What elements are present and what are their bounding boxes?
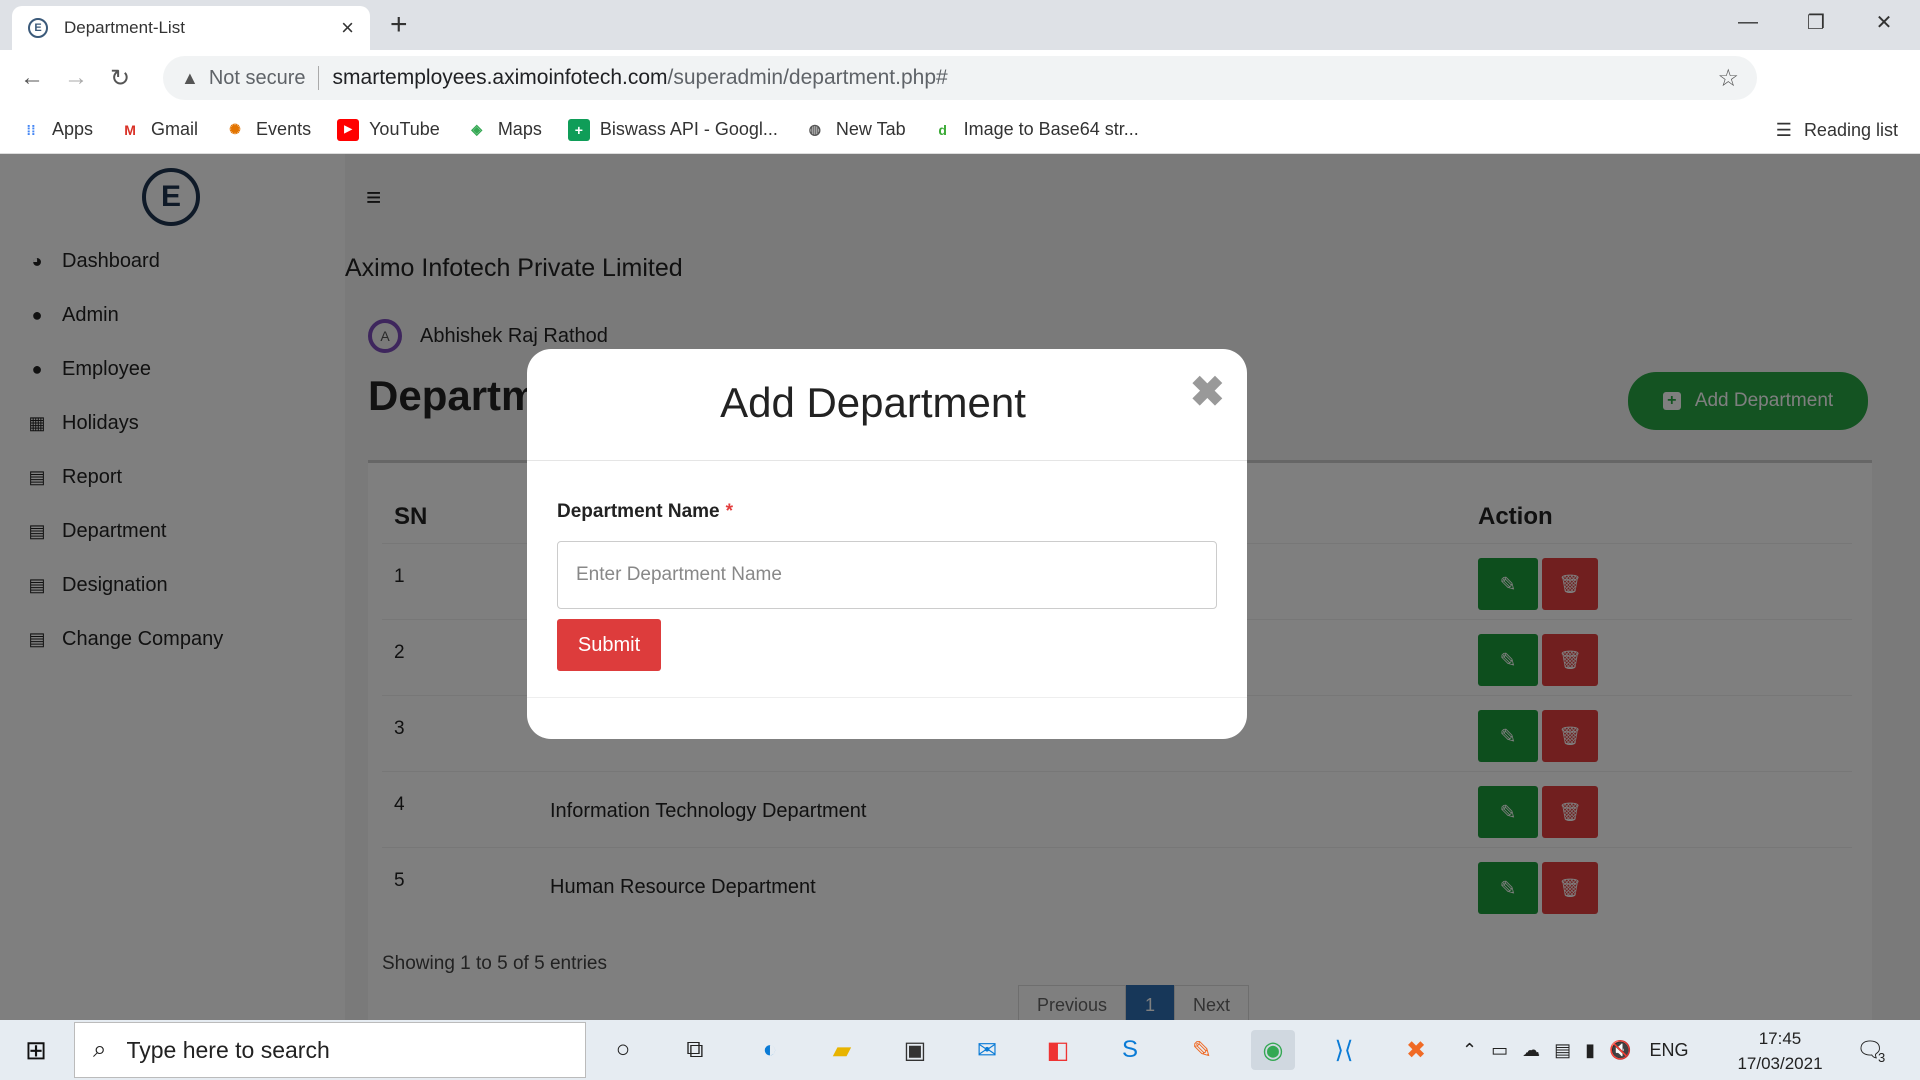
restore-button[interactable]: ❐: [1782, 0, 1850, 44]
paint-icon[interactable]: ✎: [1180, 1030, 1224, 1070]
field-label-text: Department Name: [557, 501, 720, 522]
divider: [527, 697, 1247, 698]
battery-icon[interactable]: ▮: [1585, 1040, 1595, 1061]
notification-count: 3: [1877, 1049, 1886, 1065]
xampp-icon[interactable]: ✖: [1394, 1030, 1438, 1070]
reading-list-icon: ☰: [1775, 119, 1792, 140]
reading-list-button[interactable]: ☰ Reading list: [1776, 106, 1898, 154]
system-tray: ⌃ ▭ ☁ ▤ ▮ 🔇 ENG: [1462, 1020, 1688, 1080]
apps-grid-icon: ⁞⁞: [26, 121, 36, 138]
youtube-icon: ▶: [337, 118, 360, 141]
modal-title: Add Department: [720, 379, 1026, 426]
department-name-label: Department Name *: [557, 501, 733, 523]
close-icon[interactable]: ✖: [1190, 367, 1225, 416]
mail-icon[interactable]: ✉: [965, 1030, 1009, 1070]
bookmark-base64[interactable]: d Image to Base64 str...: [932, 119, 1139, 141]
sheets-icon: +: [567, 118, 590, 141]
reload-icon[interactable]: ↻: [98, 64, 142, 93]
file-explorer-icon[interactable]: ▰: [820, 1030, 864, 1070]
vscode-icon[interactable]: ⟩⟨: [1322, 1030, 1366, 1070]
omnibox[interactable]: ▲ Not secure smartemployees.aximoinfotec…: [163, 56, 1757, 100]
bookmark-biswass-api[interactable]: + Biswass API - Googl...: [567, 118, 778, 141]
bookmark-label: Gmail: [151, 119, 199, 139]
divider: [527, 460, 1247, 461]
url-host: smartemployees.aximoinfotech.com: [332, 66, 668, 89]
bookmark-apps[interactable]: ⁞⁞ Apps: [20, 119, 93, 141]
bookmark-label: Apps: [52, 119, 94, 139]
onedrive-icon[interactable]: ☁: [1522, 1040, 1540, 1061]
clock-date: 17/03/2021: [1737, 1054, 1823, 1073]
submit-button[interactable]: Submit: [557, 619, 661, 671]
windows-start-icon[interactable]: ⊞: [0, 1035, 72, 1066]
taskbar-search[interactable]: ⌕ Type here to search: [74, 1022, 586, 1078]
search-icon: ⌕: [93, 1036, 107, 1063]
office-icon[interactable]: ◧: [1036, 1030, 1080, 1070]
display-icon[interactable]: ▤: [1554, 1040, 1571, 1061]
tab-close-icon[interactable]: ×: [341, 15, 354, 41]
bookmark-new-tab[interactable]: ◍ New Tab: [804, 119, 906, 141]
edge-icon[interactable]: ◐: [748, 1030, 792, 1070]
required-mark: *: [725, 501, 734, 522]
security-label: Not secure: [208, 66, 306, 89]
reading-list-label: Reading list: [1803, 119, 1898, 140]
cortana-icon[interactable]: ○: [601, 1030, 645, 1070]
new-tab-button[interactable]: +: [390, 8, 408, 42]
notifications-button[interactable]: 🗨 3: [1856, 1020, 1885, 1080]
warning-icon: ▲: [181, 67, 199, 88]
close-window-button[interactable]: ✕: [1850, 0, 1918, 44]
minimize-button[interactable]: —: [1714, 0, 1782, 44]
divider: [317, 66, 319, 90]
site-favicon-icon: E: [28, 18, 48, 38]
taskbar-clock[interactable]: 17:45 17/03/2021: [1730, 1026, 1830, 1076]
meet-icon[interactable]: ▭: [1491, 1040, 1508, 1061]
task-view-icon[interactable]: ⧉: [673, 1030, 717, 1070]
bookmark-gmail[interactable]: M Gmail: [119, 119, 198, 141]
search-placeholder: Type here to search: [126, 1036, 330, 1063]
browser-tab[interactable]: E Department-List ×: [12, 6, 370, 50]
globe-icon: ◍: [808, 121, 822, 137]
page-content: E ◕Dashboard ●Admin ●Employee ▦Holidays …: [0, 154, 1920, 1020]
bookmark-youtube[interactable]: ▶ YouTube: [337, 118, 440, 141]
back-arrow-icon[interactable]: ←: [10, 64, 54, 92]
bookmark-star-icon[interactable]: ☆: [1717, 64, 1739, 93]
bookmark-label: Maps: [497, 119, 542, 139]
events-icon: ✺: [229, 121, 241, 137]
base64-icon: d: [938, 121, 947, 138]
skype-icon[interactable]: S: [1108, 1030, 1152, 1070]
bookmark-label: Biswass API - Googl...: [599, 119, 778, 139]
clock-time: 17:45: [1758, 1029, 1802, 1048]
address-bar-row: ← → ↻ ▲ Not secure smartemployees.aximoi…: [0, 50, 1920, 143]
windows-taskbar: ⊞ ⌕ Type here to search ○ ⧉ ◐ ▰ ▣ ✉ ◧ S …: [0, 1020, 1920, 1080]
forward-arrow-icon[interactable]: →: [54, 64, 98, 92]
volume-muted-icon[interactable]: 🔇: [1609, 1040, 1631, 1061]
url-path: /superadmin/department.php#: [667, 66, 948, 89]
language-indicator[interactable]: ENG: [1649, 1040, 1688, 1061]
bookmark-maps[interactable]: ◈ Maps: [466, 119, 542, 141]
bookmark-label: Image to Base64 str...: [963, 119, 1139, 139]
store-icon[interactable]: ▣: [893, 1030, 937, 1070]
tab-title: Department-List: [64, 18, 185, 37]
chevron-up-icon[interactable]: ⌃: [1462, 1040, 1477, 1061]
add-department-modal: Add Department ✖ Department Name* Submit: [527, 349, 1247, 739]
gmail-icon: M: [124, 121, 136, 138]
bookmark-label: YouTube: [369, 119, 440, 139]
department-name-input[interactable]: [557, 541, 1217, 609]
bookmark-label: Events: [256, 119, 312, 139]
bookmarks-bar: ⁞⁞ Apps M Gmail ✺ Events ▶ YouTube ◈ Maps + Bi…: [0, 106, 1920, 154]
browser-tab-strip: E Department-List × + — ❐ ✕: [0, 0, 1920, 50]
maps-icon: ◈: [471, 121, 483, 137]
chrome-icon[interactable]: ◉: [1251, 1030, 1295, 1070]
bookmark-events[interactable]: ✺ Events: [224, 119, 311, 141]
bookmark-label: New Tab: [835, 119, 906, 139]
